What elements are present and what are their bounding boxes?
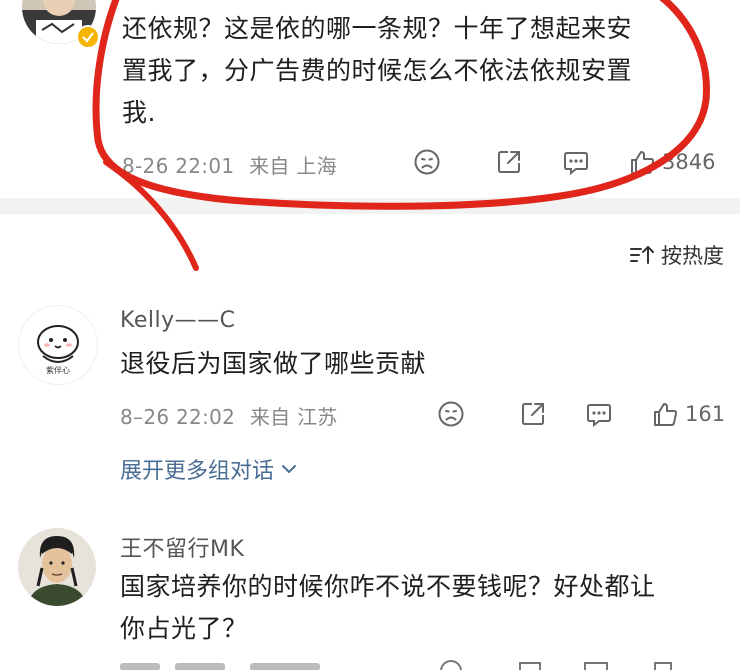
timestamp: 8-26 22:01 [122,154,235,178]
expand-conversation-link[interactable]: 展开更多组对话 [120,453,298,485]
comment-text: 还依规？这是依的哪一条规？十年了想起来安 置我了，分广告费的时候怎么不依法依规安… [122,14,633,127]
comment-meta: 8-26 22:01 来自 上海 [122,150,337,179]
share-button[interactable] [519,400,547,428]
sort-label: 按热度 [661,244,724,268]
avatar[interactable]: 紫伴心 [18,305,98,385]
sort-icon [630,246,654,264]
like-button[interactable]: 3846 [628,148,715,176]
like-icon [654,403,678,426]
like-button[interactable]: 161 [651,400,725,428]
timestamp: 8–26 22:02 [120,405,236,429]
like-count: 161 [685,402,726,426]
expand-label: 展开更多组对话 [120,459,275,484]
location: 来自 江苏 [249,405,338,429]
like-count: 3846 [662,150,716,174]
comment-icon [564,152,588,176]
avatar[interactable] [18,528,96,606]
comment-button[interactable] [585,400,613,428]
section-divider [0,198,740,214]
comment-icon [587,404,611,428]
share-button[interactable] [495,148,523,176]
chevron-down-icon [282,465,297,473]
dislike-icon [414,149,440,175]
avatar-caption: 紫伴心 [46,366,70,375]
share-icon [498,151,520,173]
comment-button[interactable] [562,148,590,176]
comment-meta: 8–26 22:02 来自 江苏 [120,401,338,430]
location: 来自 上海 [249,154,337,178]
dislike-button[interactable] [413,148,441,176]
username[interactable]: 王不留行MK [120,531,244,563]
dislike-icon [438,401,464,427]
verified-badge-icon [76,25,100,49]
share-icon [522,403,544,425]
comment-meta-cutoff [0,656,740,670]
username[interactable]: Kelly——C [120,308,235,333]
comment-text: 退役后为国家做了哪些贡献 [120,349,427,378]
sort-toggle[interactable]: 按热度 [629,240,724,270]
comment-thread-page: 还依规？这是依的哪一条规？十年了想起来安 置我了，分广告费的时候怎么不依法依规安… [0,0,740,670]
like-icon [631,151,655,174]
comment-text: 国家培养你的时候你咋不说不要钱呢？好处都让 你占光了？ [120,572,656,643]
dislike-button[interactable] [437,400,465,428]
